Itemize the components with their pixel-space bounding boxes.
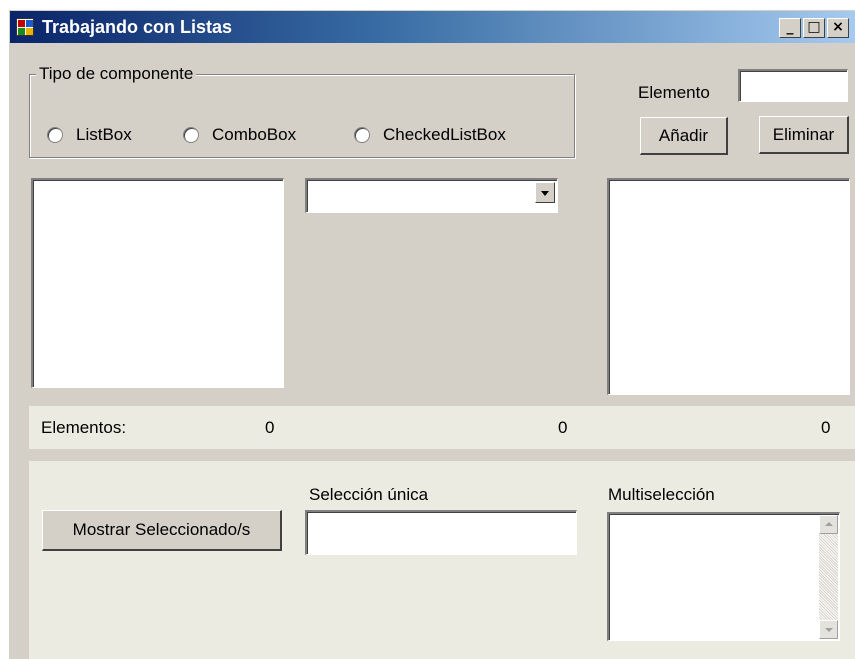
component-type-group: Tipo de componente ListBox ComboBox Chec… — [29, 64, 575, 158]
radio-listbox[interactable]: ListBox — [47, 125, 132, 145]
close-button[interactable]: × — [827, 18, 849, 38]
radio-button-icon[interactable] — [354, 127, 370, 143]
radio-checkedlistbox[interactable]: CheckedListBox — [354, 125, 506, 145]
window-title: Trabajando con Listas — [42, 17, 233, 37]
multi-selection-label: Multiselección — [608, 485, 715, 504]
add-button[interactable]: Añadir — [640, 117, 728, 155]
element-count-label: Elementos: — [41, 418, 127, 437]
element-input[interactable] — [738, 69, 848, 102]
combobox-count: 0 — [558, 418, 568, 437]
radio-button-icon[interactable] — [183, 127, 199, 143]
combobox[interactable] — [305, 178, 558, 213]
checkedlistbox-count: 0 — [821, 418, 831, 437]
app-window-icon[interactable] — [16, 18, 34, 36]
selection-panel: Mostrar Seleccionado/s Selección única M… — [29, 461, 855, 659]
radio-checkedlistbox-label: CheckedListBox — [383, 125, 506, 144]
title-bar[interactable]: Trabajando con Listas _ □ × — [10, 11, 855, 43]
multi-selection-list[interactable] — [607, 512, 840, 641]
radio-listbox-label: ListBox — [76, 125, 132, 144]
radio-button-icon[interactable] — [47, 127, 63, 143]
single-selection-label: Selección única — [309, 485, 429, 504]
element-count-bar: Elementos: 0 0 0 — [29, 406, 855, 449]
minimize-button[interactable]: _ — [779, 18, 801, 38]
listbox-count: 0 — [265, 418, 275, 437]
scroll-up-icon[interactable] — [819, 515, 838, 534]
radio-combobox[interactable]: ComboBox — [183, 125, 296, 145]
show-selected-button[interactable]: Mostrar Seleccionado/s — [42, 510, 282, 551]
scroll-down-icon[interactable] — [819, 620, 838, 639]
element-label: Elemento — [638, 83, 710, 102]
app-window: Trabajando con Listas _ □ × Tipo de comp… — [8, 9, 855, 659]
listbox[interactable] — [31, 178, 284, 388]
component-type-title: Tipo de componente — [36, 64, 197, 84]
vertical-scrollbar[interactable] — [819, 515, 838, 639]
single-selection-field[interactable] — [305, 510, 577, 555]
maximize-button[interactable]: □ — [803, 18, 825, 38]
radio-combobox-label: ComboBox — [212, 125, 297, 144]
remove-button[interactable]: Eliminar — [759, 116, 849, 154]
chevron-down-icon[interactable] — [535, 182, 555, 203]
checked-listbox[interactable] — [607, 178, 850, 395]
